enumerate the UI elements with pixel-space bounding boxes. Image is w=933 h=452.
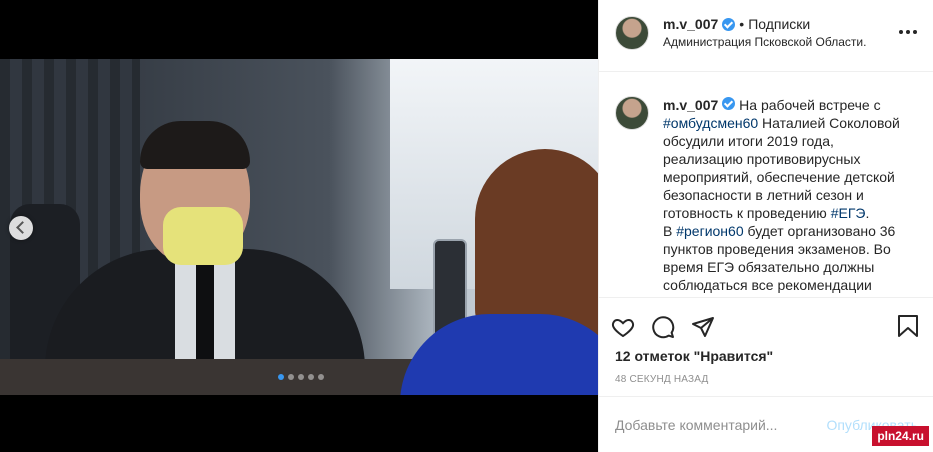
caption-username[interactable]: m.v_007	[663, 97, 718, 113]
caption-part: В	[663, 223, 677, 239]
post-timestamp[interactable]: 48 СЕКУНД НАЗАД	[599, 364, 933, 385]
comment-icon[interactable]	[651, 311, 691, 343]
caption-area: m.v_007 На рабочей встрече с #омбудсмен6…	[599, 72, 933, 298]
verified-badge-icon	[722, 17, 736, 31]
hashtag-link[interactable]: #ЕГЭ	[831, 205, 866, 221]
caption-part: На рабочей встрече с	[739, 97, 881, 113]
post-panel: m.v_007 • Подписки Администрация Псковск…	[598, 0, 933, 452]
bookmark-icon[interactable]	[897, 314, 919, 343]
man-hair	[140, 121, 250, 169]
comment-input[interactable]	[615, 416, 827, 433]
separator: •	[739, 16, 745, 32]
more-options-icon[interactable]	[899, 30, 917, 34]
heart-icon[interactable]	[611, 311, 651, 343]
action-bar	[599, 298, 933, 346]
caption-part: .	[865, 205, 870, 221]
face-mask	[163, 207, 243, 265]
post-photo[interactable]	[0, 59, 598, 395]
avatar[interactable]	[615, 16, 649, 50]
carousel-dot	[318, 374, 324, 380]
caption-avatar[interactable]	[615, 96, 649, 130]
carousel-dots	[278, 374, 324, 380]
header-username[interactable]: m.v_007	[663, 16, 718, 32]
share-icon[interactable]	[691, 311, 731, 343]
carousel-dot	[288, 374, 294, 380]
hashtag-link[interactable]: #регион60	[676, 223, 743, 239]
watermark-logo: pln24.ru	[872, 426, 929, 446]
carousel-dot	[298, 374, 304, 380]
location-link[interactable]: Администрация Псковской Области.	[663, 35, 866, 49]
likes-count[interactable]: 12 отметок "Нравится"	[599, 346, 933, 364]
woman-body	[400, 314, 598, 395]
chevron-left-icon[interactable]	[9, 216, 33, 240]
post-header: m.v_007 • Подписки Администрация Псковск…	[599, 0, 933, 72]
post-media	[0, 0, 598, 452]
header-line: m.v_007 • Подписки	[663, 16, 866, 32]
verified-badge-icon	[722, 97, 736, 110]
caption-text: m.v_007 На рабочей встрече с #омбудсмен6…	[663, 96, 913, 297]
following-button[interactable]: Подписки	[748, 16, 810, 32]
carousel-dot	[278, 374, 284, 380]
carousel-dot	[308, 374, 314, 380]
header-text: m.v_007 • Подписки Администрация Псковск…	[663, 16, 866, 71]
hashtag-link[interactable]: #омбудсмен60	[663, 115, 758, 131]
